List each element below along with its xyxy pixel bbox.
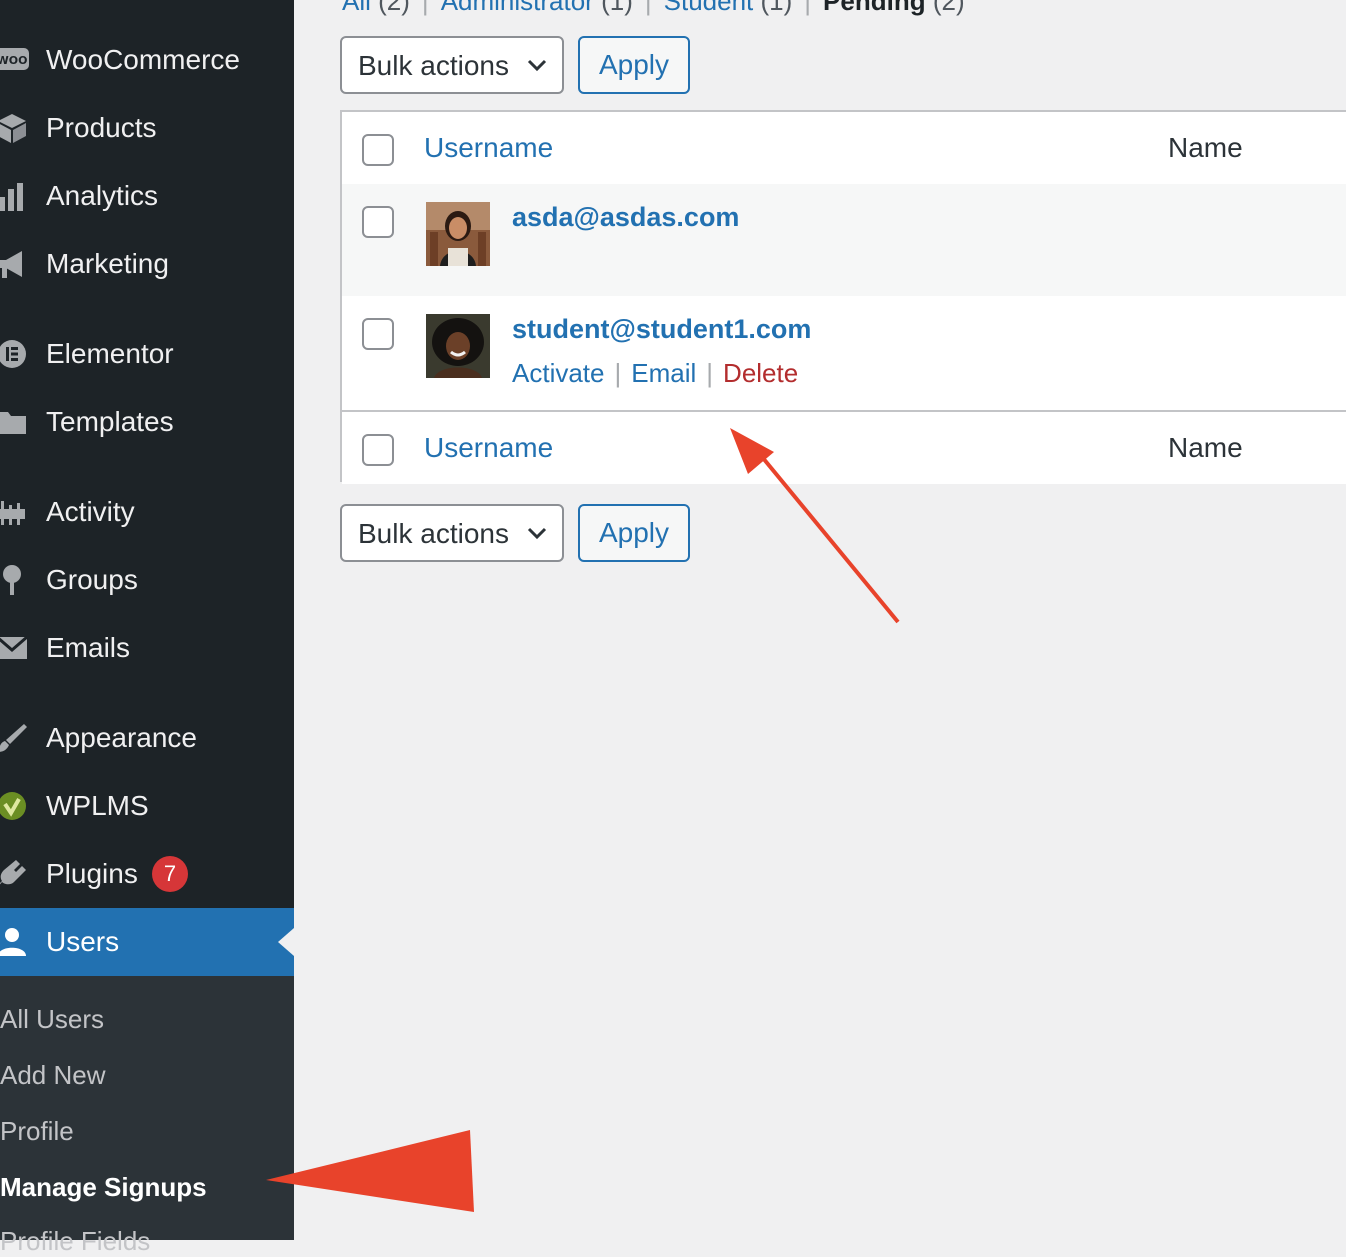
row-checkbox[interactable] — [362, 318, 394, 350]
envelope-icon — [0, 630, 30, 666]
bar-chart-icon — [0, 178, 30, 214]
svg-text:WOO: WOO — [0, 54, 27, 67]
delete-link[interactable]: Delete — [723, 358, 798, 388]
table-header: Username Name — [342, 112, 1346, 186]
menu-label: WooCommerce — [46, 44, 240, 75]
submenu-all-users[interactable]: All Users — [0, 1004, 104, 1035]
submenu-profile[interactable]: Profile — [0, 1116, 74, 1147]
filter-pending[interactable]: Pending (2) — [823, 0, 965, 16]
menu-products[interactable]: Products — [0, 94, 294, 162]
menu-users[interactable]: Users — [0, 908, 294, 976]
bulk-actions-select-top[interactable]: Bulk actions — [340, 36, 564, 94]
menu-woocommerce[interactable]: WOO WooCommerce — [0, 26, 294, 94]
menu-marketing[interactable]: Marketing — [0, 230, 294, 298]
menu-label: Appearance — [46, 722, 198, 753]
menu-elementor[interactable]: Elementor — [0, 320, 294, 388]
apply-button-bottom[interactable]: Apply — [578, 504, 690, 562]
menu-label: WPLMS — [46, 790, 149, 821]
menu-label: Emails — [46, 632, 131, 663]
users-submenu: All Users Add New Profile Manage Signups… — [0, 976, 294, 1256]
user-role-filter: All (2) | Administrator (1) | Student (1) | Pe… — [342, 0, 965, 17]
menu-templates[interactable]: Templates — [0, 388, 294, 456]
plug-icon — [0, 856, 30, 892]
filter-student[interactable]: Student (1) — [664, 0, 793, 16]
menu-appearance[interactable]: Appearance — [0, 704, 294, 772]
menu-wplms[interactable]: WPLMS — [0, 772, 294, 840]
update-count-badge: 7 — [152, 856, 188, 892]
menu-label: Marketing — [46, 248, 169, 279]
folder-icon — [0, 404, 30, 440]
menu-label: Plugins — [46, 858, 138, 889]
woo-icon: WOO — [0, 42, 30, 78]
menu-emails[interactable]: Emails — [0, 614, 294, 682]
menu-activity[interactable]: Activity — [0, 478, 294, 546]
megaphone-icon — [0, 246, 30, 282]
user-icon — [0, 924, 30, 960]
email-link[interactable]: Email — [631, 358, 696, 388]
column-name: Name — [1168, 132, 1243, 163]
avatar — [426, 202, 490, 266]
submenu-add-new[interactable]: Add New — [0, 1060, 106, 1091]
menu-label: Elementor — [46, 338, 174, 369]
avatar — [426, 314, 490, 378]
menu-label: Analytics — [46, 180, 159, 211]
box-icon — [0, 110, 30, 146]
column-username[interactable]: Username — [424, 132, 553, 164]
chevron-down-icon — [526, 520, 548, 553]
menu-analytics[interactable]: Analytics — [0, 162, 294, 230]
filter-all[interactable]: All (2) — [342, 0, 410, 16]
paintbrush-icon — [0, 720, 30, 756]
row-checkbox[interactable] — [362, 206, 394, 238]
submenu-manage-signups[interactable]: Manage Signups — [0, 1172, 207, 1203]
groups-icon — [0, 562, 30, 598]
row-actions: Activate | Email | Delete — [512, 358, 799, 388]
bulk-actions-select-bottom[interactable]: Bulk actions — [340, 504, 564, 562]
menu-plugins[interactable]: Plugins 7 — [0, 840, 294, 908]
menu-groups[interactable]: Groups — [0, 546, 294, 614]
menu-label: Activity — [46, 496, 135, 527]
wplms-icon — [0, 788, 30, 824]
menu-label: Groups — [46, 564, 138, 595]
activity-icon — [0, 494, 30, 530]
apply-button-top[interactable]: Apply — [578, 36, 690, 94]
table-row: student@student1.com Activate | Email | Dele… — [342, 296, 1346, 408]
elementor-icon — [0, 336, 30, 372]
menu-label: Users — [46, 926, 120, 957]
column-name-footer: Name — [1168, 432, 1243, 463]
row-username-link[interactable]: asda@asdas.com — [512, 202, 739, 233]
activate-link[interactable]: Activate — [512, 358, 605, 388]
menu-label: Products — [46, 112, 157, 143]
submenu-profile-fields[interactable]: Profile Fields — [0, 1226, 150, 1257]
row-username-link[interactable]: student@student1.com — [512, 314, 811, 345]
select-all-checkbox-footer[interactable] — [362, 434, 394, 466]
filter-administrator[interactable]: Administrator (1) — [441, 0, 633, 16]
annotation-arrow-to-manage-signups — [266, 1130, 474, 1212]
table-row: asda@asdas.com — [342, 184, 1346, 296]
chevron-down-icon — [526, 52, 548, 85]
table-footer: Username Name — [342, 410, 1346, 484]
menu-label: Templates — [46, 406, 174, 437]
select-all-checkbox[interactable] — [362, 134, 394, 166]
column-username-footer[interactable]: Username — [424, 432, 553, 464]
signups-table: Username Name asda@asdas.com student@stu… — [340, 110, 1346, 484]
admin-sidebar: WOO WooCommerce Products Analytics Marke… — [0, 0, 294, 1256]
